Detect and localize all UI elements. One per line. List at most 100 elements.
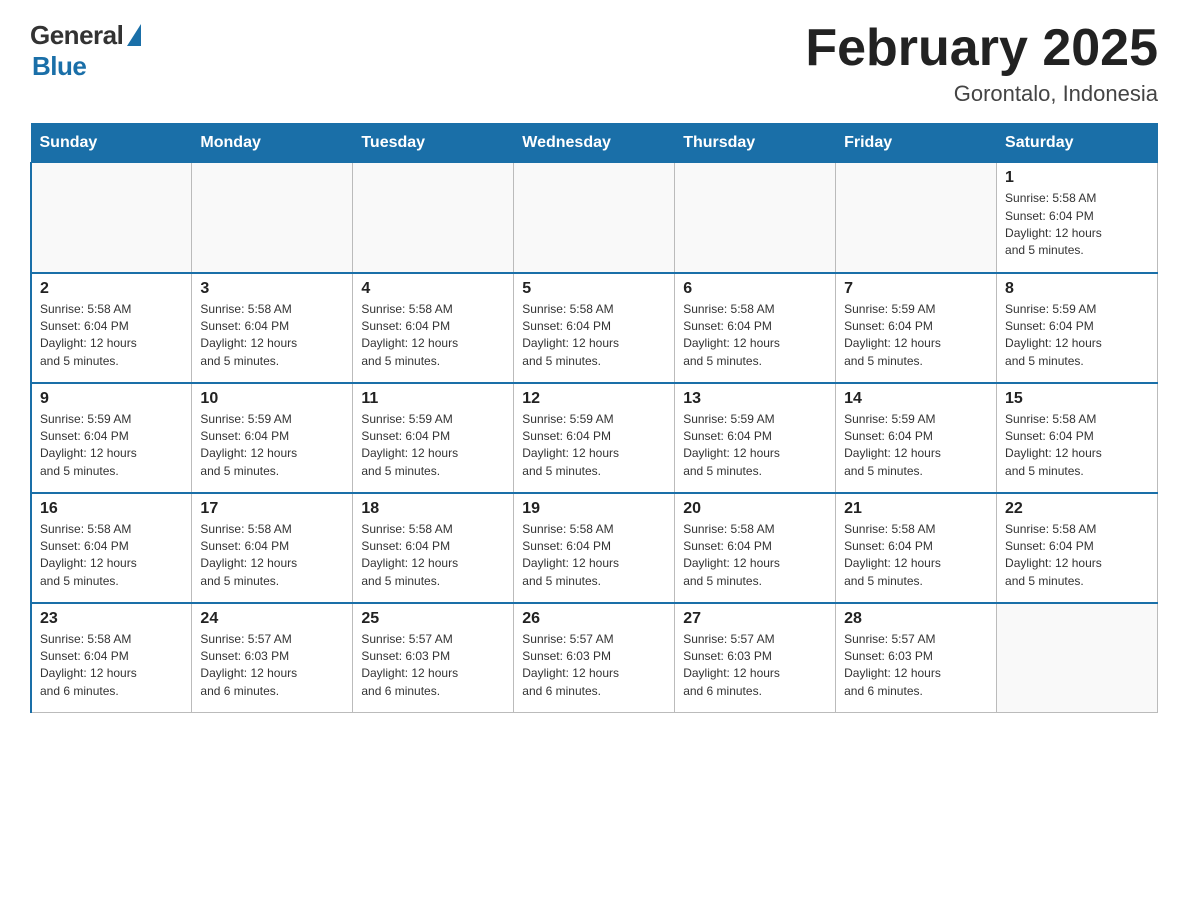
calendar-cell: 13 Sunrise: 5:59 AMSunset: 6:04 PMDayligh…: [675, 383, 836, 493]
calendar-cell: 19 Sunrise: 5:58 AMSunset: 6:04 PMDayligh…: [514, 493, 675, 603]
day-number: 7: [844, 280, 988, 298]
day-number: 12: [522, 390, 666, 408]
calendar-cell: [836, 163, 997, 273]
day-number: 19: [522, 500, 666, 518]
day-number: 23: [40, 610, 183, 628]
day-number: 17: [200, 500, 344, 518]
logo-triangle-icon: [127, 24, 141, 46]
day-info: Sunrise: 5:59 AMSunset: 6:04 PMDaylight:…: [1005, 301, 1149, 371]
calendar-cell: 15 Sunrise: 5:58 AMSunset: 6:04 PMDayligh…: [997, 383, 1158, 493]
day-info: Sunrise: 5:57 AMSunset: 6:03 PMDaylight:…: [683, 631, 827, 701]
calendar-cell: 25 Sunrise: 5:57 AMSunset: 6:03 PMDayligh…: [353, 603, 514, 713]
logo-general-text: General: [30, 20, 123, 51]
day-number: 11: [361, 390, 505, 408]
calendar-cell: 1 Sunrise: 5:58 AMSunset: 6:04 PMDaylight…: [997, 163, 1158, 273]
calendar-cell: 27Sunrise: 5:57 AMSunset: 6:03 PMDayligh…: [675, 603, 836, 713]
day-header-tuesday: Tuesday: [353, 124, 514, 163]
calendar-cell: 14 Sunrise: 5:59 AMSunset: 6:04 PMDayligh…: [836, 383, 997, 493]
calendar-cell: 9 Sunrise: 5:59 AMSunset: 6:04 PMDaylight…: [31, 383, 192, 493]
day-info: Sunrise: 5:59 AMSunset: 6:04 PMDaylight:…: [40, 411, 183, 481]
calendar-cell: [514, 163, 675, 273]
day-info: Sunrise: 5:58 AMSunset: 6:04 PMDaylight:…: [683, 301, 827, 371]
calendar-cell: 20Sunrise: 5:58 AMSunset: 6:04 PMDayligh…: [675, 493, 836, 603]
calendar-cell: 17 Sunrise: 5:58 AMSunset: 6:04 PMDayligh…: [192, 493, 353, 603]
day-info: Sunrise: 5:58 AMSunset: 6:04 PMDaylight:…: [844, 521, 988, 591]
day-info: Sunrise: 5:58 AMSunset: 6:04 PMDaylight:…: [1005, 411, 1149, 481]
day-number: 6: [683, 280, 827, 298]
calendar-cell: [31, 163, 192, 273]
calendar-cell: 12 Sunrise: 5:59 AMSunset: 6:04 PMDayligh…: [514, 383, 675, 493]
day-info: Sunrise: 5:57 AMSunset: 6:03 PMDaylight:…: [200, 631, 344, 701]
day-info: Sunrise: 5:59 AMSunset: 6:04 PMDaylight:…: [200, 411, 344, 481]
day-info: Sunrise: 5:58 AMSunset: 6:04 PMDaylight:…: [361, 521, 505, 591]
day-info: Sunrise: 5:57 AMSunset: 6:03 PMDaylight:…: [844, 631, 988, 701]
calendar-cell: 24 Sunrise: 5:57 AMSunset: 6:03 PMDayligh…: [192, 603, 353, 713]
day-number: 16: [40, 500, 183, 518]
calendar-cell: [353, 163, 514, 273]
day-number: 15: [1005, 390, 1149, 408]
day-number: 24: [200, 610, 344, 628]
day-number: 21: [844, 500, 988, 518]
day-number: 13: [683, 390, 827, 408]
calendar-cell: 28 Sunrise: 5:57 AMSunset: 6:03 PMDayligh…: [836, 603, 997, 713]
day-info: Sunrise: 5:59 AMSunset: 6:04 PMDaylight:…: [361, 411, 505, 481]
day-info: Sunrise: 5:59 AMSunset: 6:04 PMDaylight:…: [844, 411, 988, 481]
day-number: 2: [40, 280, 183, 298]
calendar-week-row: 9 Sunrise: 5:59 AMSunset: 6:04 PMDaylight…: [31, 383, 1158, 493]
calendar-cell: [675, 163, 836, 273]
page-header: General Blue February 2025 Gorontalo, In…: [30, 20, 1158, 107]
day-header-saturday: Saturday: [997, 124, 1158, 163]
day-info: Sunrise: 5:58 AMSunset: 6:04 PMDaylight:…: [200, 301, 344, 371]
calendar-cell: 3Sunrise: 5:58 AMSunset: 6:04 PMDaylight…: [192, 273, 353, 383]
day-number: 18: [361, 500, 505, 518]
day-info: Sunrise: 5:57 AMSunset: 6:03 PMDaylight:…: [361, 631, 505, 701]
day-number: 5: [522, 280, 666, 298]
day-info: Sunrise: 5:58 AMSunset: 6:04 PMDaylight:…: [361, 301, 505, 371]
calendar-cell: 22 Sunrise: 5:58 AMSunset: 6:04 PMDayligh…: [997, 493, 1158, 603]
calendar-cell: 4 Sunrise: 5:58 AMSunset: 6:04 PMDaylight…: [353, 273, 514, 383]
day-number: 25: [361, 610, 505, 628]
logo-blue-text: Blue: [32, 51, 86, 82]
day-number: 28: [844, 610, 988, 628]
day-info: Sunrise: 5:58 AMSunset: 6:04 PMDaylight:…: [40, 301, 183, 371]
calendar-cell: 6 Sunrise: 5:58 AMSunset: 6:04 PMDaylight…: [675, 273, 836, 383]
day-number: 4: [361, 280, 505, 298]
calendar-week-row: 23 Sunrise: 5:58 AMSunset: 6:04 PMDayligh…: [31, 603, 1158, 713]
day-header-sunday: Sunday: [31, 124, 192, 163]
calendar-cell: 23 Sunrise: 5:58 AMSunset: 6:04 PMDayligh…: [31, 603, 192, 713]
calendar-title: February 2025: [805, 20, 1158, 77]
day-info: Sunrise: 5:58 AMSunset: 6:04 PMDaylight:…: [683, 521, 827, 591]
day-info: Sunrise: 5:59 AMSunset: 6:04 PMDaylight:…: [844, 301, 988, 371]
calendar-table: SundayMondayTuesdayWednesdayThursdayFrid…: [30, 123, 1158, 713]
calendar-cell: 16 Sunrise: 5:58 AMSunset: 6:04 PMDayligh…: [31, 493, 192, 603]
day-header-monday: Monday: [192, 124, 353, 163]
calendar-week-row: 2 Sunrise: 5:58 AMSunset: 6:04 PMDaylight…: [31, 273, 1158, 383]
day-header-friday: Friday: [836, 124, 997, 163]
calendar-subtitle: Gorontalo, Indonesia: [805, 81, 1158, 107]
calendar-week-row: 16 Sunrise: 5:58 AMSunset: 6:04 PMDayligh…: [31, 493, 1158, 603]
day-info: Sunrise: 5:57 AMSunset: 6:03 PMDaylight:…: [522, 631, 666, 701]
day-number: 1: [1005, 169, 1149, 187]
calendar-header-row: SundayMondayTuesdayWednesdayThursdayFrid…: [31, 124, 1158, 163]
day-info: Sunrise: 5:59 AMSunset: 6:04 PMDaylight:…: [522, 411, 666, 481]
day-number: 14: [844, 390, 988, 408]
calendar-cell: 5Sunrise: 5:58 AMSunset: 6:04 PMDaylight…: [514, 273, 675, 383]
day-number: 26: [522, 610, 666, 628]
day-number: 9: [40, 390, 183, 408]
day-info: Sunrise: 5:58 AMSunset: 6:04 PMDaylight:…: [40, 631, 183, 701]
calendar-cell: [997, 603, 1158, 713]
calendar-cell: 2 Sunrise: 5:58 AMSunset: 6:04 PMDaylight…: [31, 273, 192, 383]
day-info: Sunrise: 5:58 AMSunset: 6:04 PMDaylight:…: [1005, 521, 1149, 591]
day-info: Sunrise: 5:59 AMSunset: 6:04 PMDaylight:…: [683, 411, 827, 481]
day-number: 8: [1005, 280, 1149, 298]
calendar-cell: 10 Sunrise: 5:59 AMSunset: 6:04 PMDayligh…: [192, 383, 353, 493]
calendar-cell: 8 Sunrise: 5:59 AMSunset: 6:04 PMDaylight…: [997, 273, 1158, 383]
day-info: Sunrise: 5:58 AMSunset: 6:04 PMDaylight:…: [1005, 190, 1149, 260]
day-info: Sunrise: 5:58 AMSunset: 6:04 PMDaylight:…: [200, 521, 344, 591]
calendar-cell: [192, 163, 353, 273]
day-number: 10: [200, 390, 344, 408]
title-section: February 2025 Gorontalo, Indonesia: [805, 20, 1158, 107]
day-info: Sunrise: 5:58 AMSunset: 6:04 PMDaylight:…: [522, 521, 666, 591]
day-info: Sunrise: 5:58 AMSunset: 6:04 PMDaylight:…: [40, 521, 183, 591]
day-number: 22: [1005, 500, 1149, 518]
